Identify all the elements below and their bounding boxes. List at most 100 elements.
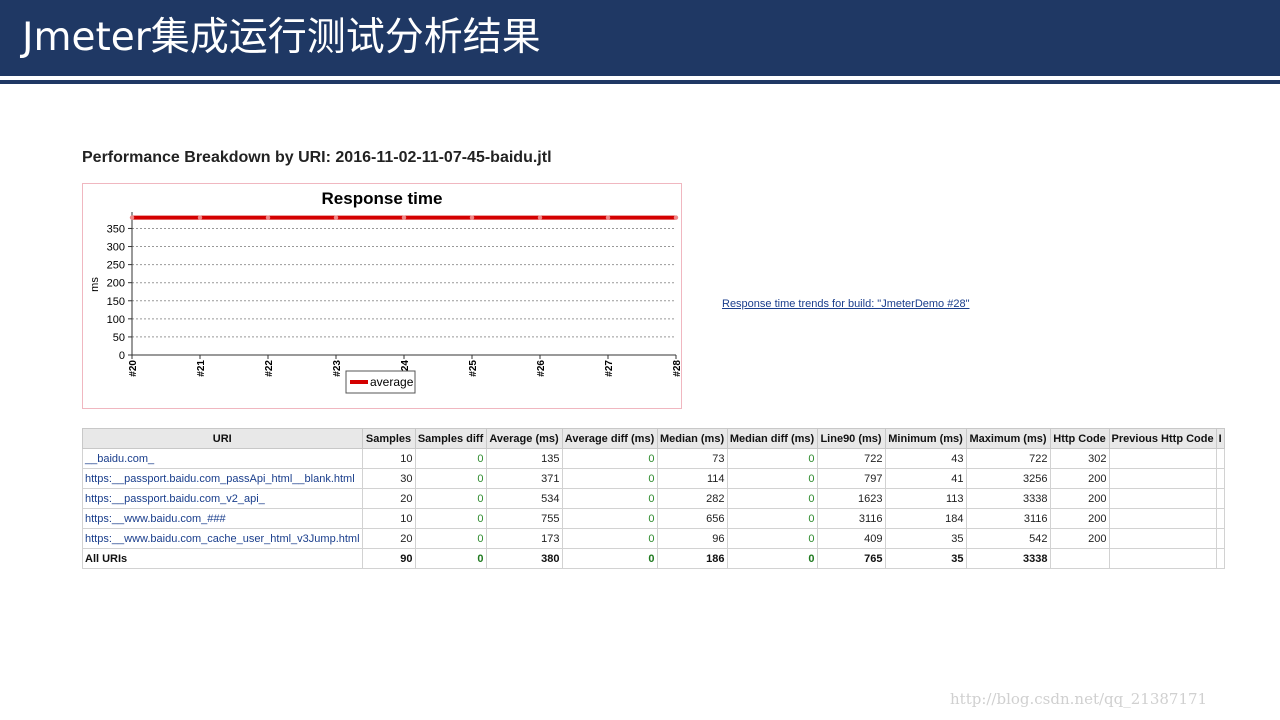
table-cell: 114: [656, 468, 728, 489]
table-cell: 200: [1049, 488, 1110, 509]
table-row: https:__www.baidu.com_### 10 0 755 0 656 0 3116…: [82, 508, 1225, 529]
uri-cell[interactable]: https:__www.baidu.com_cache_user_html_v3…: [82, 528, 363, 549]
table-cell: 20: [361, 528, 416, 549]
column-header: Http Code: [1049, 428, 1110, 449]
x-tick-label: #21: [196, 360, 207, 377]
table-cell: 200: [1049, 508, 1110, 529]
table-cell: 409: [816, 528, 886, 549]
table-cell: [1215, 508, 1225, 529]
table-row: https:__passport.baidu.com_v2_api_ 20 0 534…: [82, 488, 1225, 509]
table-cell: [1108, 528, 1217, 549]
table-cell: 0: [726, 548, 818, 569]
data-point: [333, 215, 339, 220]
response-time-trends-link[interactable]: Response time trends for build: "JmeterD…: [722, 298, 969, 310]
watermark: http://blog.csdn.net/qq_21387171: [950, 690, 1208, 708]
data-point: [197, 215, 203, 220]
table-cell: [1215, 448, 1225, 469]
table-total-row: All URIs 90 0 380 0 186 0 765 35 3338: [82, 548, 1225, 569]
uri-cell[interactable]: https:__www.baidu.com_###: [82, 508, 363, 529]
column-header: Median (ms): [656, 428, 728, 449]
data-point: [401, 215, 407, 220]
uri-cell: All URIs: [82, 548, 363, 569]
data-point: [673, 215, 679, 220]
table-cell: 0: [414, 448, 487, 469]
table-cell: 184: [884, 508, 967, 529]
column-header: URI: [82, 428, 363, 449]
x-tick-label: #20: [128, 360, 139, 377]
table-cell: 0: [561, 488, 658, 509]
y-axis-label: ms: [89, 277, 101, 292]
table-cell: 35: [884, 548, 967, 569]
table-cell: 371: [485, 468, 563, 489]
column-header: Previous Http Code: [1108, 428, 1217, 449]
table-cell: 282: [656, 488, 728, 509]
slide-title: Jmeter集成运行测试分析结果: [22, 15, 541, 60]
column-header: Minimum (ms): [884, 428, 967, 449]
column-header: Samples diff: [414, 428, 487, 449]
table-cell: 0: [561, 528, 658, 549]
table-cell: [1108, 488, 1217, 509]
x-tick-label: #27: [604, 360, 615, 377]
table-cell: [1215, 468, 1225, 489]
uri-cell[interactable]: https:__passport.baidu.com_v2_api_: [82, 488, 363, 509]
table-cell: 113: [884, 488, 967, 509]
column-header: Median diff (ms): [726, 428, 818, 449]
table-cell: [1215, 528, 1225, 549]
column-header: Average (ms): [485, 428, 563, 449]
response-time-chart: Response time 0 50 100 150 200 250 300 350 ms #20 #…: [82, 183, 682, 409]
table-cell: 10: [361, 448, 416, 469]
column-header: Average diff (ms): [561, 428, 658, 449]
x-tick-label: #26: [536, 360, 547, 377]
table-cell: 722: [965, 448, 1051, 469]
table-cell: 0: [726, 448, 818, 469]
table-cell: 186: [656, 548, 728, 569]
table-cell: 0: [414, 468, 487, 489]
table-cell: [1108, 508, 1217, 529]
table-cell: 1623: [816, 488, 886, 509]
table-row: https:__passport.baidu.com_passApi_html_…: [82, 468, 1225, 489]
table-cell: 0: [726, 488, 818, 509]
data-point: [537, 215, 543, 220]
column-header: Samples: [361, 428, 416, 449]
x-tick-label: #22: [264, 360, 275, 377]
table-cell: 10: [361, 508, 416, 529]
table-cell: [1108, 548, 1217, 569]
table-cell: 0: [561, 468, 658, 489]
table-cell: 542: [965, 528, 1051, 549]
table-cell: 173: [485, 528, 563, 549]
chart-title: Response time: [322, 189, 443, 208]
table-cell: 30: [361, 468, 416, 489]
table-cell: 0: [561, 548, 658, 569]
table-cell: 200: [1049, 468, 1110, 489]
table-row: https:__www.baidu.com_cache_user_html_v3…: [82, 528, 1225, 549]
table-cell: 73: [656, 448, 728, 469]
column-header: I: [1215, 428, 1225, 449]
legend-label: average: [370, 375, 414, 389]
slide-header: Jmeter集成运行测试分析结果: [0, 0, 1280, 76]
section-title: Performance Breakdown by URI: 2016-11-02…: [82, 149, 552, 166]
performance-table: URI Samples Samples diff Average (ms) Averag…: [82, 428, 1225, 569]
table-cell: 3338: [965, 488, 1051, 509]
table-cell: 765: [816, 548, 886, 569]
table-cell: 380: [485, 548, 563, 569]
data-point: [605, 215, 611, 220]
uri-cell[interactable]: __baidu.com_: [82, 448, 363, 469]
table-cell: 722: [816, 448, 886, 469]
data-point: [469, 215, 475, 220]
table-cell: 0: [414, 508, 487, 529]
table-cell: 534: [485, 488, 563, 509]
table-cell: 0: [561, 448, 658, 469]
y-tick-label: 50: [113, 332, 125, 344]
y-tick-label: 150: [107, 296, 125, 308]
table-cell: 755: [485, 508, 563, 529]
table-cell: 0: [726, 528, 818, 549]
table-cell: 3116: [816, 508, 886, 529]
uri-cell[interactable]: https:__passport.baidu.com_passApi_html_…: [82, 468, 363, 489]
table-cell: 656: [656, 508, 728, 529]
column-header: Maximum (ms): [965, 428, 1051, 449]
table-cell: 3116: [965, 508, 1051, 529]
x-tick-label: #25: [468, 360, 479, 377]
table-cell: [1049, 548, 1110, 569]
table-row: __baidu.com_ 10 0 135 0 73 0 722 43 722 302: [82, 448, 1225, 469]
table-cell: 0: [561, 508, 658, 529]
